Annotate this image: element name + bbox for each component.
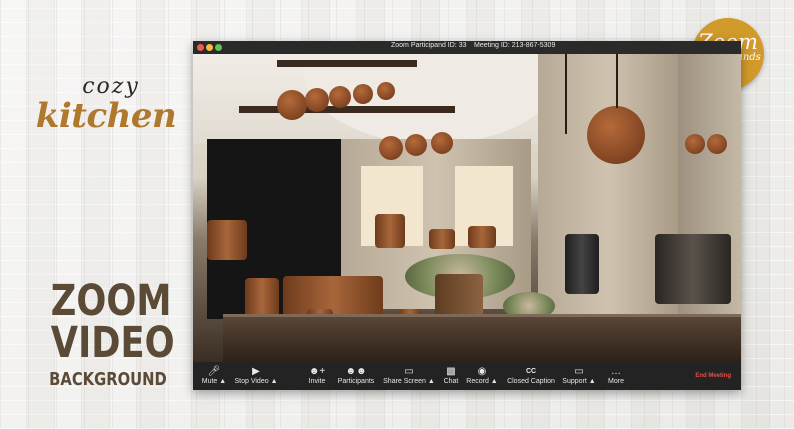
chat-label: Chat	[443, 378, 459, 385]
scene-copper-pan	[431, 132, 453, 154]
support-button[interactable]: ▭ Support ▲	[561, 362, 597, 390]
end-meeting-button[interactable]: End Meeting	[695, 373, 731, 379]
meeting-toolbar: 🎤︎ Mute ▲ ▶ Stop Video ▲ ☻+ Invite ☻☻ Pa…	[193, 362, 741, 390]
scene-copper-pot	[207, 220, 247, 260]
cc-icon: CC	[525, 368, 537, 375]
closed-caption-button[interactable]: CC Closed Caption	[505, 362, 557, 390]
scene-copper-pan	[379, 136, 403, 160]
scene-copper-pan	[353, 84, 373, 104]
record-label: Record	[466, 378, 489, 385]
scene-large-copper-pan	[587, 106, 645, 164]
chat-icon: ▩	[446, 366, 456, 377]
record-button[interactable]: ◉ Record ▲	[465, 362, 499, 390]
closed-caption-label: Closed Caption	[507, 378, 555, 385]
video-word: VIDEO	[50, 318, 175, 368]
participant-id-label: Zoom Participand ID: 33	[391, 42, 467, 49]
more-button[interactable]: … More	[603, 362, 629, 390]
kitchen-title: kitchen	[35, 96, 177, 136]
share-screen-label: Share Screen	[383, 378, 426, 385]
scene-copper-pan	[685, 134, 705, 154]
title-bar: Zoom Participand ID: 33 Meeting ID: 213-…	[193, 41, 741, 54]
participants-label: Participants	[337, 378, 375, 385]
scene-wooden-box	[435, 274, 483, 318]
mute-button[interactable]: 🎤︎ Mute ▲	[197, 362, 231, 390]
scene-copper-pan	[329, 86, 351, 108]
support-options-caret[interactable]: ▲	[589, 378, 596, 385]
close-window-button[interactable]	[197, 44, 204, 51]
scene-copper-pan	[707, 134, 727, 154]
stop-video-button[interactable]: ▶ Stop Video ▲	[231, 362, 281, 390]
share-screen-icon: ▭	[404, 366, 414, 377]
meeting-id-label: Meeting ID: 213-867-5309	[474, 42, 556, 49]
invite-button[interactable]: ☻+ Invite	[303, 362, 331, 390]
video-options-caret[interactable]: ▲	[271, 378, 278, 385]
invite-label: Invite	[308, 378, 326, 385]
support-label: Support	[562, 378, 587, 385]
participants-icon: ☻☻	[345, 366, 367, 377]
zoom-video-heading: ZOOM VIDEO	[50, 276, 175, 368]
minimize-window-button[interactable]	[206, 44, 213, 51]
scene-copper-tray	[283, 276, 383, 316]
record-options-caret[interactable]: ▲	[491, 378, 498, 385]
video-feed-kitchen-scene	[193, 54, 741, 362]
zoom-word: ZOOM	[50, 276, 172, 326]
chat-button[interactable]: ▩ Chat	[439, 362, 463, 390]
maximize-window-button[interactable]	[215, 44, 222, 51]
video-camera-icon: ▶	[252, 366, 260, 377]
scene-copper-pot	[468, 226, 496, 248]
scene-hanging-rod	[616, 54, 618, 108]
participants-button[interactable]: ☻☻ Participants	[333, 362, 379, 390]
mute-options-caret[interactable]: ▲	[219, 378, 226, 385]
zoom-window: Zoom Participand ID: 33 Meeting ID: 213-…	[193, 41, 741, 390]
scene-copper-pan	[305, 88, 329, 112]
scene-top-shelf	[277, 60, 417, 67]
stop-video-label: Stop Video	[234, 378, 269, 385]
scene-copper-pan	[405, 134, 427, 156]
scene-middle-shelf	[239, 106, 455, 113]
scene-hanging-rod	[565, 54, 567, 134]
support-icon: ▭	[574, 366, 584, 377]
microphone-icon: 🎤︎	[207, 366, 221, 377]
scene-cast-iron-press	[565, 234, 599, 294]
scene-coffee-grinder	[655, 234, 731, 304]
scene-copper-pan	[277, 90, 307, 120]
background-word: BACKGROUND	[49, 369, 167, 390]
scene-copper-pot	[429, 229, 455, 249]
share-screen-button[interactable]: ▭ Share Screen ▲	[383, 362, 435, 390]
record-icon: ◉	[477, 366, 487, 377]
more-icon: …	[611, 366, 621, 377]
scene-counter	[223, 317, 741, 362]
mute-label: Mute	[201, 378, 218, 385]
more-label: More	[608, 378, 624, 385]
share-options-caret[interactable]: ▲	[428, 378, 435, 385]
scene-copper-pot	[375, 214, 405, 248]
scene-copper-pan	[377, 82, 395, 100]
add-person-icon: ☻+	[308, 366, 326, 377]
